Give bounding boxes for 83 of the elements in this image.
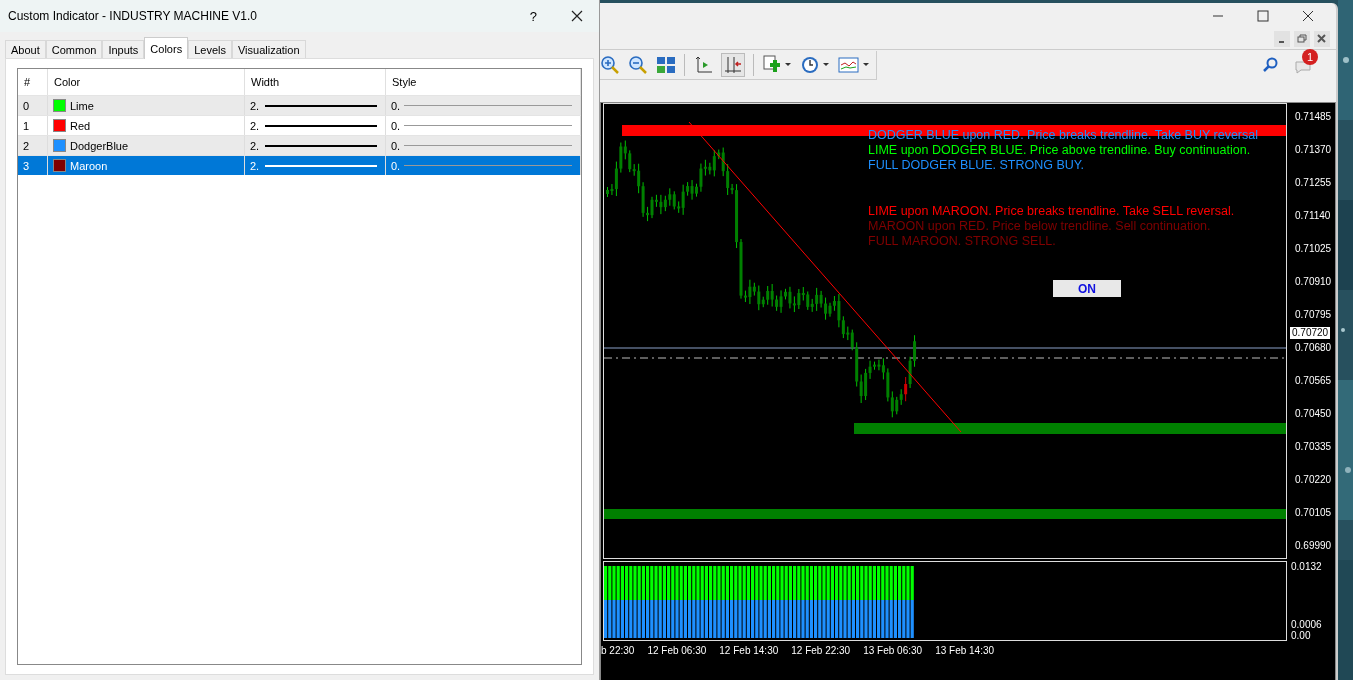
width-line-icon	[265, 124, 378, 127]
on-button[interactable]: ON	[1053, 280, 1121, 297]
maximize-icon[interactable]	[1257, 10, 1269, 22]
style-value: 0.	[391, 119, 401, 132]
table-row[interactable]: 0 Lime 2. 0.	[18, 95, 581, 115]
indicator-label: 0.00	[1291, 630, 1312, 641]
price-label: 0.71140	[1294, 209, 1332, 223]
price-label: 0.71485	[1294, 110, 1333, 124]
signal-message: FULL MAROON. STRONG SELL.	[868, 234, 1057, 249]
color-swatch[interactable]	[53, 119, 66, 132]
width-value: 2.	[250, 139, 260, 152]
indicator-label: 0.0132	[1291, 561, 1323, 572]
zoom-out-icon[interactable]	[628, 54, 648, 75]
price-label: 0.70680	[1294, 341, 1333, 355]
price-label: 0.70910	[1294, 275, 1333, 289]
price-label: 0.69990	[1294, 539, 1333, 553]
tab[interactable]: Visualization	[231, 40, 306, 58]
color-name: Maroon	[70, 159, 108, 172]
tab[interactable]: About	[5, 40, 46, 58]
color-swatch[interactable]	[53, 159, 66, 172]
style-value: 0.	[391, 99, 401, 112]
chart-shift-icon[interactable]	[693, 54, 713, 75]
add-indicator-icon[interactable]	[762, 54, 792, 75]
style-value: 0.	[391, 139, 401, 152]
signal-message: LIME upon MAROON. Price breaks trendline. Take SELL reversal.	[868, 204, 1236, 219]
close-icon[interactable]	[1302, 10, 1314, 22]
color-name: Red	[70, 119, 91, 132]
width-value: 2.	[250, 99, 260, 112]
style-value: 0.	[391, 159, 401, 172]
tab[interactable]: Common	[45, 40, 103, 58]
price-label: 0.71025	[1294, 242, 1333, 256]
chat-icon[interactable]	[1294, 59, 1312, 75]
templates-icon[interactable]	[838, 54, 870, 75]
width-line-icon	[265, 164, 378, 167]
time-label: 13 Feb 06:30	[863, 644, 923, 656]
search-icon[interactable]	[1262, 57, 1278, 73]
signal-message: LIME upon DODGER BLUE. Price above trendline. Buy continuation.	[868, 143, 1252, 158]
current-price-label: 0.70720	[1290, 327, 1331, 339]
table-cell: 3	[18, 156, 48, 175]
price-label: 0.70795	[1294, 308, 1333, 322]
tab[interactable]: Colors	[144, 37, 189, 59]
restore-icon[interactable]	[1294, 31, 1310, 47]
price-label: 0.70220	[1294, 473, 1333, 487]
width-line-icon	[265, 144, 378, 147]
help-button[interactable]: ?	[529, 8, 537, 24]
color-name: DodgerBlue	[70, 139, 129, 152]
zoom-in-icon[interactable]	[600, 54, 620, 75]
color-swatch[interactable]	[53, 139, 66, 152]
width-value: 2.	[250, 159, 260, 172]
color-name: Lime	[70, 99, 94, 112]
style-line-icon	[404, 145, 572, 146]
width-line-icon	[265, 104, 378, 107]
autoscroll-icon[interactable]	[721, 52, 745, 77]
notification-badge: 1	[1302, 49, 1318, 65]
table-row[interactable]: 1 Red 2. 0.	[18, 115, 581, 135]
minimize-icon[interactable]	[1274, 31, 1290, 47]
signal-message: MAROON upon RED. Price below trendline. Sell continuation.	[868, 219, 1212, 234]
style-line-icon	[404, 125, 572, 126]
style-line-icon	[404, 105, 572, 106]
time-label: 12 Feb 22:30	[791, 644, 851, 656]
width-value: 2.	[250, 119, 260, 132]
price-label: 0.70450	[1294, 407, 1333, 421]
table-row[interactable]: 2 DodgerBlue 2. 0.	[18, 135, 581, 155]
color-swatch[interactable]	[53, 99, 66, 112]
tab[interactable]: Levels	[188, 40, 232, 58]
style-line-icon	[404, 165, 572, 166]
window-title: Custom Indicator - INDUSTRY MACHINE V1.0	[8, 9, 258, 23]
price-label: 0.71255	[1294, 176, 1333, 190]
time-label: 12 Feb 06:30	[647, 644, 707, 656]
close-icon[interactable]	[571, 10, 583, 22]
clock-icon[interactable]	[800, 54, 830, 75]
time-label: b 22:30	[601, 644, 635, 656]
signal-message: FULL DODGER BLUE. STRONG BUY.	[868, 158, 1086, 173]
tile-windows-icon[interactable]	[656, 54, 676, 75]
price-label: 0.71370	[1294, 143, 1333, 157]
price-label: 0.70105	[1294, 506, 1333, 520]
time-label: 13 Feb 14:30	[935, 644, 995, 656]
tab[interactable]: Inputs	[102, 40, 145, 58]
price-label: 0.70565	[1294, 374, 1333, 388]
price-label: 0.70335	[1294, 440, 1333, 454]
table-row[interactable]: 3 Maroon 2. 0.	[18, 155, 581, 175]
time-label: 12 Feb 14:30	[719, 644, 779, 656]
indicator-label: 0.0006	[1291, 619, 1323, 630]
